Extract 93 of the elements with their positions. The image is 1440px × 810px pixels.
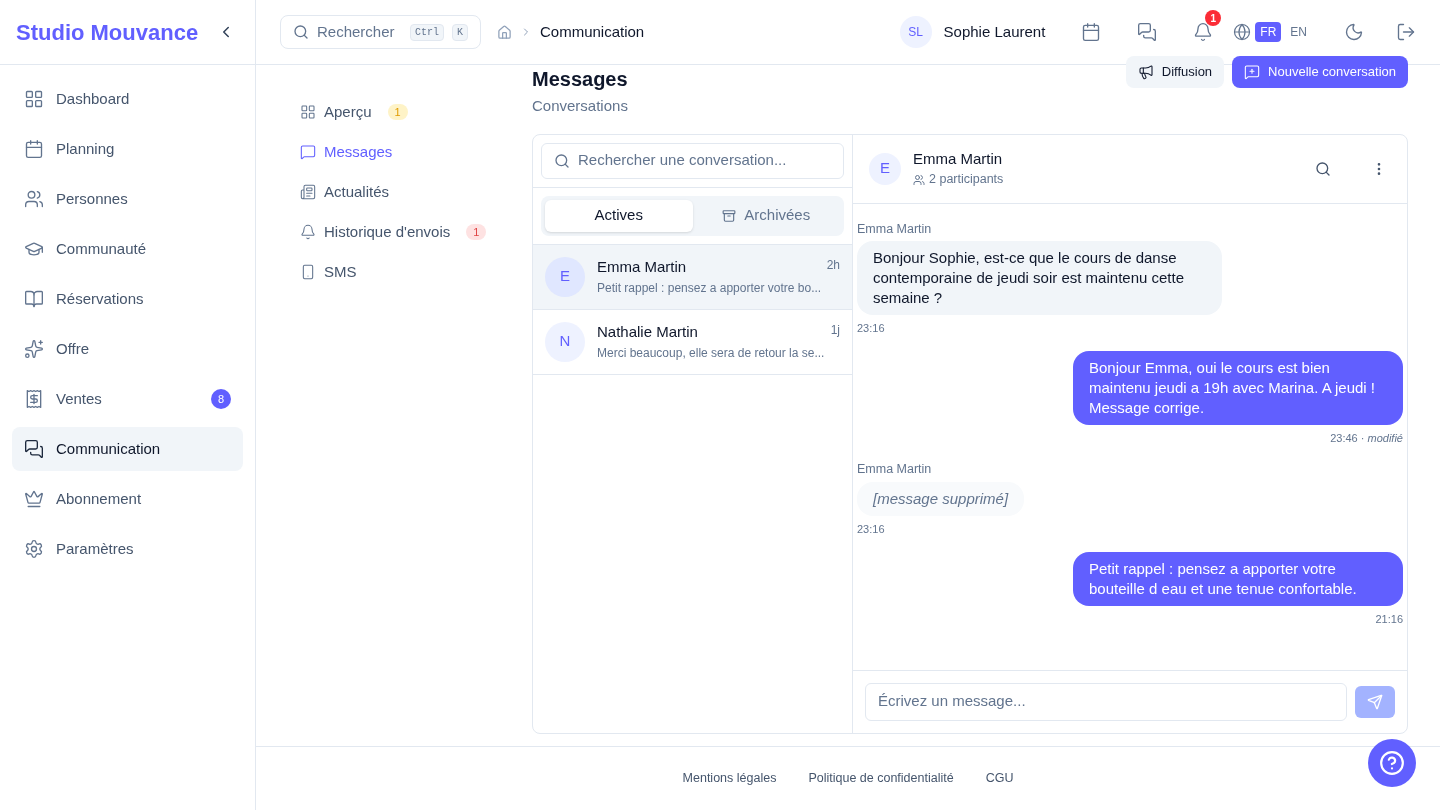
message-time: 23:46 · modifié [1330, 430, 1403, 446]
subnav-item[interactable]: Actualités [300, 176, 516, 208]
page-subtitle: Conversations [532, 96, 628, 116]
message-preview: Merci beaucoup, elle sera de retour la se... [597, 344, 825, 362]
subnav-item[interactable]: Aperçu 1 [300, 96, 516, 128]
subnav-item[interactable]: Messages [300, 136, 516, 168]
new-conversation-button[interactable]: Nouvelle conversation [1232, 56, 1408, 88]
conversation-tab[interactable]: Actives [545, 199, 693, 232]
message-bubble: Bonjour Emma, oui le cours est bien maintenu jeudi a 19h avec Marina. A jeudi ! Message corrige. [1073, 350, 1403, 425]
logout-icon[interactable] [1396, 22, 1416, 42]
calendar-icon [24, 139, 44, 159]
brand-name: Studio Mouvance [16, 18, 199, 47]
moon-icon[interactable] [1344, 22, 1364, 42]
calendar-icon[interactable] [1081, 22, 1102, 42]
chat-bubble-icon [300, 144, 316, 160]
footer-link[interactable]: Mentions légales [682, 769, 777, 788]
chat-plus-icon [1244, 64, 1261, 80]
sidebar-item[interactable]: Planning [12, 127, 243, 171]
contact-name: Emma Martin [597, 257, 687, 278]
language-button[interactable]: EN [1285, 22, 1312, 42]
message-preview: Petit rappel : pensez a apporter votre bo... [597, 279, 822, 297]
search-icon [554, 152, 570, 169]
search-field[interactable]: Rechercher Ctrl K [280, 15, 481, 49]
sender-name: Emma Martin [857, 220, 932, 238]
archive-icon [722, 208, 737, 223]
users-icon [24, 189, 44, 209]
subnav-item[interactable]: Historique d'envois 1 [300, 216, 516, 248]
keyboard-key: K [452, 23, 468, 41]
sidebar-item[interactable]: Abonnement [12, 477, 243, 521]
user-avatar[interactable]: SL [899, 16, 932, 48]
sender-name: Emma Martin [857, 461, 932, 479]
megaphone-icon [1137, 64, 1154, 80]
receipt-icon [24, 389, 44, 409]
count-badge: 8 [211, 389, 231, 409]
search-icon[interactable] [1315, 160, 1331, 177]
grid-icon [300, 104, 316, 120]
conversation-tab[interactable]: Archivées [692, 199, 840, 232]
sidebar-item[interactable]: Personnes [12, 177, 243, 221]
settings-icon [24, 539, 44, 559]
message-bubble: Petit rappel : pensez a apporter votre bouteille d eau et une tenue confortable. [1073, 551, 1403, 606]
footer-link[interactable]: Politique de confidentialité [808, 769, 954, 788]
help-button[interactable] [1368, 739, 1416, 787]
users-icon [913, 173, 925, 186]
avatar: E [545, 256, 585, 297]
footer-link[interactable]: CGU [985, 769, 1014, 788]
conversation-item[interactable]: N Nathalie Martin 1j Merci beaucoup, elle sera de retour la se... [533, 309, 852, 375]
sidebar-item[interactable]: Dashboard [12, 77, 243, 121]
conversation-search-field[interactable]: Rechercher une conversation... [541, 142, 844, 179]
newspaper-icon [300, 184, 316, 200]
avatar: N [545, 321, 585, 362]
chat-title: Emma Martin [913, 148, 1004, 169]
conversation-item[interactable]: E Emma Martin 2h Petit rappel : pensez a apporter votre bo... [533, 244, 852, 310]
bell-icon[interactable] [1193, 22, 1214, 42]
participants-count: 2 participants [929, 171, 1004, 189]
broadcast-button[interactable]: Diffusion [1125, 56, 1225, 88]
page-title: Messages [532, 67, 628, 92]
home-icon[interactable] [497, 24, 512, 40]
avatar: E [869, 152, 901, 185]
book-icon [24, 289, 44, 309]
globe-icon [1233, 23, 1252, 41]
sidebar-item[interactable]: Paramètres [12, 527, 243, 571]
sparkles-icon [24, 339, 44, 359]
contact-name: Nathalie Martin [597, 322, 698, 343]
message-time: 23:16 [857, 321, 885, 337]
count-badge: 1 [466, 223, 487, 241]
chat-bubbles-icon[interactable] [1137, 22, 1158, 42]
sidebar-item[interactable]: Offre [12, 327, 243, 371]
crown-icon [24, 489, 44, 509]
count-badge: 1 [387, 103, 408, 121]
chat-bubbles-icon [24, 439, 44, 459]
message-time: 23:16 [857, 522, 885, 537]
language-button[interactable]: FR [1255, 22, 1282, 42]
keyboard-key: Ctrl [409, 23, 444, 41]
help-icon [1379, 750, 1405, 776]
phone-icon [300, 264, 316, 280]
sidebar-item[interactable]: Communication [12, 427, 243, 471]
bell-icon [300, 224, 316, 240]
subnav-item[interactable]: SMS [300, 256, 516, 288]
notification-badge: 1 [1205, 10, 1222, 26]
user-name[interactable]: Sophie Laurent [943, 20, 1046, 44]
sidebar-item[interactable]: Réservations [12, 277, 243, 321]
search-icon [293, 24, 309, 40]
send-icon [1367, 693, 1383, 710]
grid-icon [24, 89, 44, 109]
sidebar-item[interactable]: Communauté [12, 227, 243, 271]
message-bubble: [message supprimé] [857, 482, 1025, 516]
time-label: 1j [830, 322, 840, 340]
message-bubble: Bonjour Sophie, est-ce que le cours de danse contemporaine de jeudi soir est maintenu cette semaine ? [857, 241, 1222, 316]
message-time: 21:16 [1375, 611, 1403, 627]
message-input[interactable]: Écrivez un message... [865, 682, 1347, 721]
sidebar-item[interactable]: Ventes 8 [12, 377, 243, 421]
time-label: 2h [826, 257, 840, 275]
breadcrumb-item: Communication [540, 21, 645, 42]
